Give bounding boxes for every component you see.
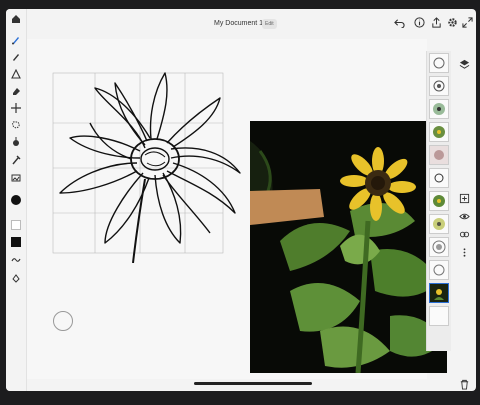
share-icon[interactable] xyxy=(431,17,442,28)
layer-thumbnail-selected[interactable] xyxy=(429,283,449,303)
photo-content xyxy=(250,121,447,373)
expand-icon[interactable] xyxy=(462,17,473,28)
layer-thumbnail[interactable] xyxy=(429,168,449,188)
undo-icon[interactable] xyxy=(394,17,405,28)
left-toolbar xyxy=(6,9,27,391)
layers-icon[interactable] xyxy=(459,59,470,70)
document-badge[interactable]: Edit xyxy=(262,19,277,29)
home-icon[interactable] xyxy=(11,14,21,24)
right-toolbar xyxy=(454,39,476,391)
sunflower-sketch xyxy=(52,72,241,263)
drawing-canvas[interactable] xyxy=(27,39,447,379)
layer-thumbnail[interactable] xyxy=(429,260,449,280)
brush-color-square[interactable] xyxy=(11,237,21,247)
layer-thumbnail-empty[interactable] xyxy=(429,306,449,326)
layer-thumbnail[interactable] xyxy=(429,191,449,211)
layers-panel xyxy=(426,51,451,351)
layer-thumbnail[interactable] xyxy=(429,237,449,257)
add-layer-icon[interactable] xyxy=(459,193,470,204)
layer-thumbnail[interactable] xyxy=(429,214,449,234)
stroke-icon[interactable] xyxy=(11,255,21,265)
move-icon[interactable] xyxy=(11,103,21,113)
brush-size-control[interactable] xyxy=(11,220,21,230)
more-icon[interactable] xyxy=(459,247,470,258)
eyedropper-icon[interactable] xyxy=(11,155,21,165)
sunflower-photo[interactable] xyxy=(250,121,447,373)
layer-thumbnail[interactable] xyxy=(429,53,449,73)
settings-icon[interactable] xyxy=(447,17,458,28)
document-title[interactable]: My Document 10 xyxy=(214,20,267,27)
layer-thumbnail[interactable] xyxy=(429,145,449,165)
color-swatch[interactable] xyxy=(11,195,21,205)
link-icon[interactable] xyxy=(459,229,470,240)
selection-icon[interactable] xyxy=(11,120,21,130)
layer-thumbnail[interactable] xyxy=(429,76,449,96)
touch-shortcut-button[interactable] xyxy=(53,311,73,331)
eraser-icon[interactable] xyxy=(11,86,21,96)
image-icon[interactable] xyxy=(11,173,21,183)
smudge-icon[interactable] xyxy=(11,137,21,147)
trash-icon[interactable] xyxy=(459,379,470,390)
home-indicator xyxy=(194,382,312,385)
fill-brush-icon[interactable] xyxy=(11,69,21,79)
visibility-icon[interactable] xyxy=(459,211,470,222)
info-icon[interactable] xyxy=(414,17,425,28)
pixel-brush-icon[interactable] xyxy=(11,52,21,62)
brush-icon[interactable] xyxy=(11,35,21,45)
layer-thumbnail[interactable] xyxy=(429,122,449,142)
touch-shortcut-icon[interactable] xyxy=(11,273,21,283)
app-window: My Document 10 Edit xyxy=(6,9,476,391)
title-bar: My Document 10 Edit xyxy=(6,9,476,39)
layer-thumbnail[interactable] xyxy=(429,99,449,119)
